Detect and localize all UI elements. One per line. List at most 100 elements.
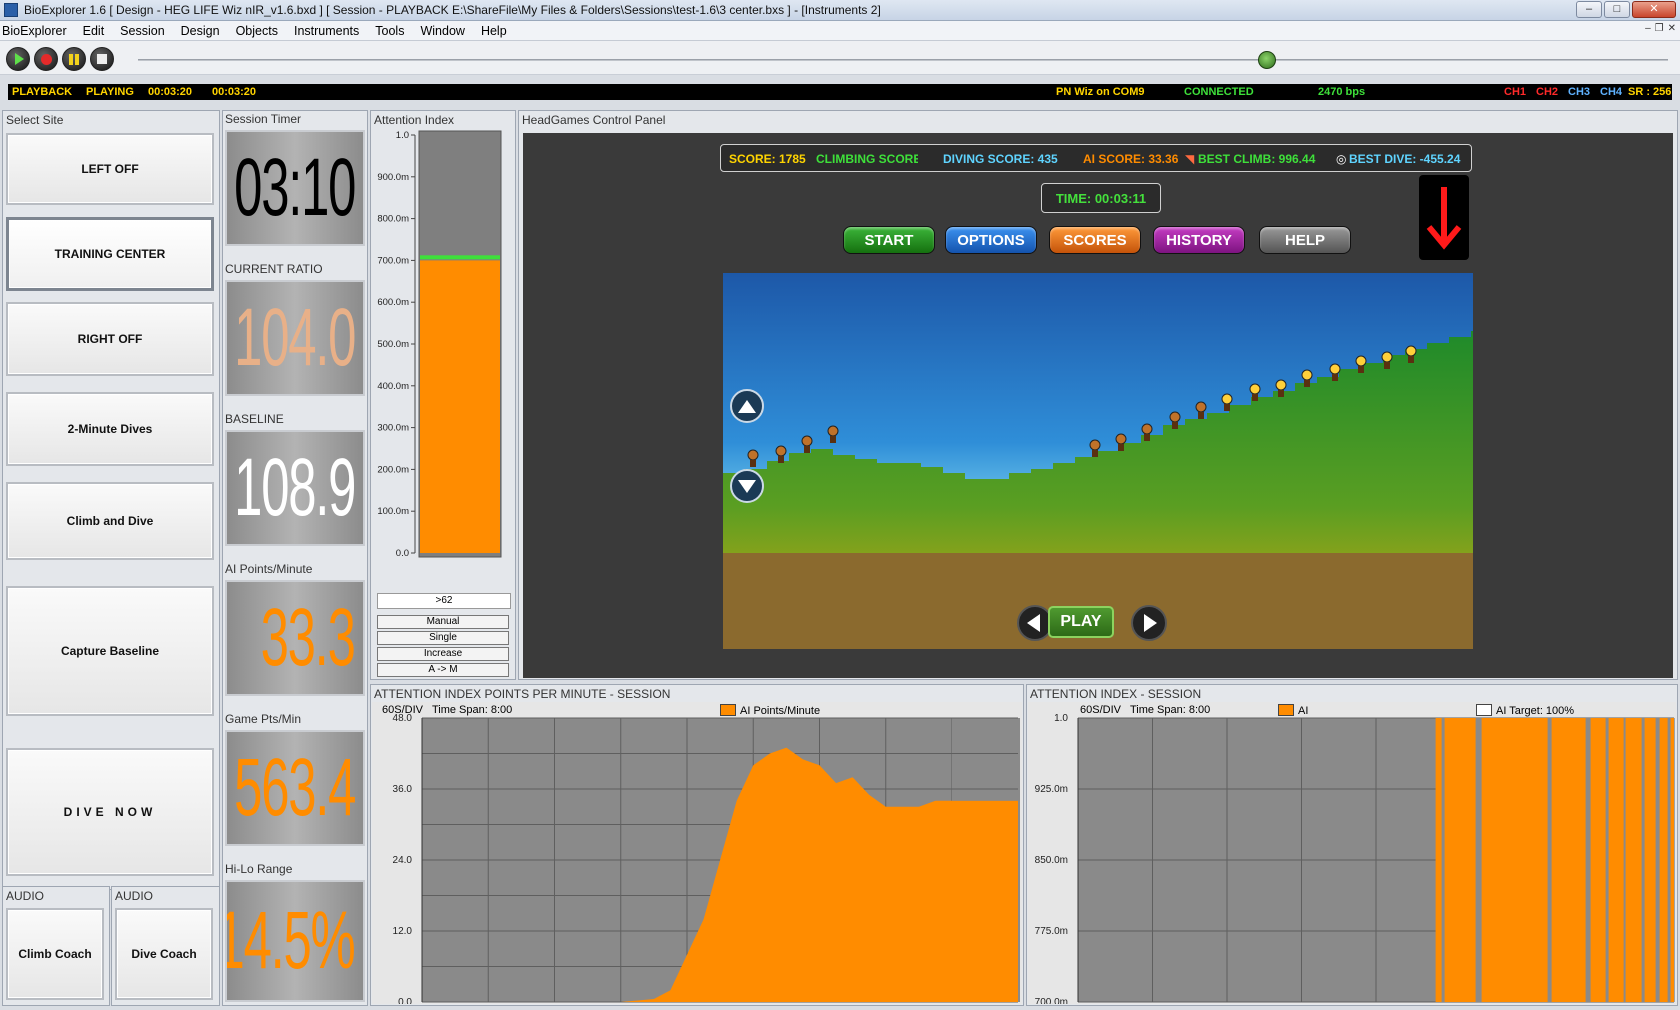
series-gap: [1547, 718, 1552, 1002]
playback-position-handle[interactable]: [1258, 51, 1276, 69]
gauge-label: CURRENT RATIO: [225, 262, 323, 276]
menu-session[interactable]: Session: [112, 24, 172, 38]
instrument-area: Select Site LEFT OFF TRAINING CENTER RIG…: [0, 108, 1680, 1010]
climber-icon: [747, 449, 759, 467]
status-state: PLAYING: [86, 86, 134, 98]
climb-coach-button[interactable]: Climb Coach: [6, 908, 104, 1000]
climber-icon: [1195, 401, 1207, 419]
right-off-button[interactable]: RIGHT OFF: [6, 302, 214, 376]
audio-label-climb: AUDIO: [6, 889, 45, 903]
gauge-label: Session Timer: [225, 112, 302, 126]
gauge-value: 33.3: [261, 592, 356, 683]
record-button[interactable]: [34, 47, 58, 71]
capture-baseline-button[interactable]: Capture Baseline: [6, 586, 214, 716]
close-button[interactable]: ✕: [1632, 1, 1676, 18]
menu-bar: BioExplorer Edit Session Design Objects …: [0, 21, 1680, 41]
climber-icon: [827, 425, 839, 443]
mdi-restore-icon[interactable]: ❐: [1655, 23, 1664, 34]
menu-instruments[interactable]: Instruments: [286, 24, 367, 38]
menu-help[interactable]: Help: [473, 24, 515, 38]
dive-down-button[interactable]: [730, 469, 764, 503]
target-icon: ◎: [1336, 152, 1347, 166]
ai-session-chart-title: ATTENTION INDEX - SESSION: [1030, 687, 1202, 701]
attention-tick-label: 900.0m: [377, 172, 409, 183]
arrow-right-icon: [1144, 614, 1157, 632]
window-controls: – □ ✕: [1576, 1, 1676, 18]
a-to-m-button[interactable]: A -> M: [377, 663, 509, 677]
gauge-value: 563.4: [233, 742, 356, 833]
history-button[interactable]: HISTORY: [1153, 226, 1245, 254]
dive-coach-button[interactable]: Dive Coach: [115, 908, 213, 1000]
climb-and-dive-button[interactable]: Climb and Dive: [6, 482, 214, 560]
gauge-value: 14.5%: [225, 895, 356, 986]
gauge-hi-lo-range: Hi-Lo Range 14.5%: [222, 860, 368, 1006]
window-title: BioExplorer 1.6 [ Design - HEG LIFE Wiz …: [24, 3, 881, 17]
start-button[interactable]: START: [843, 226, 935, 254]
dive-now-button[interactable]: DIVE NOW: [6, 748, 214, 876]
climb-up-button[interactable]: [730, 389, 764, 423]
game-play-button[interactable]: PLAY: [1048, 606, 1114, 638]
series-area-ai: [1435, 718, 1674, 1002]
attention-tick-label: 300.0m: [377, 423, 409, 434]
arrow-left-icon: [1027, 614, 1040, 632]
single-button[interactable]: Single: [377, 631, 509, 645]
status-connection: CONNECTED: [1184, 86, 1254, 98]
playback-track[interactable]: [138, 59, 1668, 61]
series-gap: [1585, 718, 1591, 1002]
training-center-button[interactable]: TRAINING CENTER: [6, 217, 214, 291]
attention-tick-label: 200.0m: [377, 464, 409, 475]
left-off-button[interactable]: LEFT OFF: [6, 133, 214, 205]
attention-threshold-field[interactable]: >62: [377, 593, 511, 609]
mdi-minimize-icon[interactable]: –: [1645, 23, 1651, 34]
attention-bar-fill: [420, 260, 500, 553]
ai-score-text: AI SCORE: 33.36: [1083, 152, 1179, 166]
help-button[interactable]: HELP: [1259, 226, 1351, 254]
gauge-baseline: BASELINE 108.9: [222, 410, 368, 550]
status-time-elapsed: 00:03:20: [148, 86, 193, 98]
dive-arrow-icon: [1426, 187, 1462, 250]
options-button[interactable]: OPTIONS: [945, 226, 1037, 254]
y-tick-label: 775.0m: [1035, 926, 1068, 937]
menu-design[interactable]: Design: [173, 24, 228, 38]
scores-button[interactable]: SCORES: [1049, 226, 1141, 254]
status-ch4: CH4: [1600, 86, 1623, 98]
menu-objects[interactable]: Objects: [228, 24, 286, 38]
status-rate: 2470 bps: [1318, 86, 1366, 98]
manual-button[interactable]: Manual: [377, 615, 509, 629]
gauge-session-timer: Session Timer 03:10: [222, 110, 368, 250]
game-scene: PLAY: [723, 273, 1473, 649]
gauge-game-pts-min: Game Pts/Min 563.4: [222, 710, 368, 850]
diving-score-text: DIVING SCORE: 435: [943, 152, 1058, 166]
minimize-button[interactable]: –: [1576, 1, 1602, 18]
attention-tick-label: 600.0m: [377, 297, 409, 308]
score-text: SCORE: 1785: [729, 152, 806, 166]
ai-points-chart: 60S/DIV Time Span: 8:00 AI Points/Minute…: [372, 702, 1022, 1004]
menu-edit[interactable]: Edit: [75, 24, 113, 38]
record-icon: [40, 53, 52, 65]
y-tick-label: 0.0: [398, 997, 412, 1004]
status-time-total: 00:03:20: [212, 86, 257, 98]
next-button[interactable]: [1131, 605, 1167, 641]
y-tick-label: 850.0m: [1035, 855, 1068, 866]
audio-label-dive: AUDIO: [115, 889, 154, 903]
attention-tick-label: 700.0m: [377, 255, 409, 266]
best-dive-text: BEST DIVE: -455.24: [1349, 152, 1461, 166]
pause-button[interactable]: [62, 47, 86, 71]
series-area-tail: [952, 800, 1018, 1002]
y-tick-label: 1.0: [1054, 713, 1068, 724]
two-minute-dives-button[interactable]: 2-Minute Dives: [6, 392, 214, 466]
window-titlebar: BioExplorer 1.6 [ Design - HEG LIFE Wiz …: [0, 0, 1680, 21]
headgames-game-area: SCORE: 1785 CLIMBING SCORE: 1350 DIVING …: [523, 133, 1673, 678]
maximize-button[interactable]: □: [1604, 1, 1630, 18]
mdi-close-icon[interactable]: ✕: [1668, 23, 1676, 34]
menu-tools[interactable]: Tools: [367, 24, 412, 38]
status-ch3: CH3: [1568, 86, 1591, 98]
gauge-current-ratio: CURRENT RATIO 104.0: [222, 260, 368, 400]
menu-window[interactable]: Window: [412, 24, 472, 38]
increase-button[interactable]: Increase: [377, 647, 509, 661]
stop-icon: [97, 54, 107, 64]
play-button[interactable]: [6, 47, 30, 71]
menu-bioexplorer[interactable]: BioExplorer: [0, 24, 75, 38]
stop-button[interactable]: [90, 47, 114, 71]
status-ch1: CH1: [1504, 86, 1527, 98]
